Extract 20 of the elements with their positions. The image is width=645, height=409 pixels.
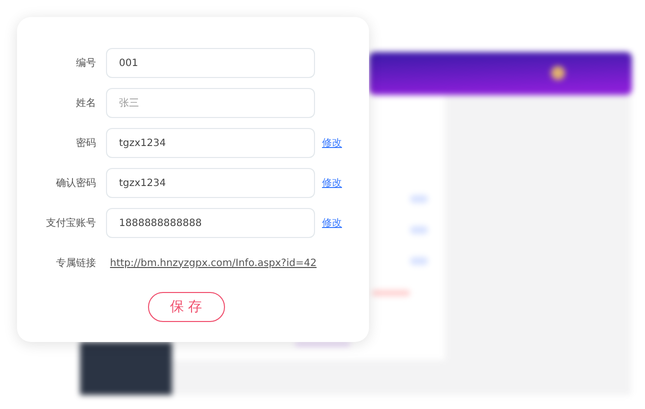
input-field[interactable]: 1888888888888 bbox=[106, 208, 315, 238]
blurred-link bbox=[410, 195, 428, 203]
blurred-text bbox=[372, 290, 410, 296]
blurred-link bbox=[410, 226, 428, 234]
input-field[interactable]: tgzx1234 bbox=[106, 128, 315, 158]
edit-link[interactable]: 修改 bbox=[322, 176, 342, 190]
field-label: 姓名 bbox=[75, 97, 96, 110]
field-label: 密码 bbox=[75, 136, 96, 150]
blurred-avatar-icon bbox=[551, 66, 565, 80]
edit-link[interactable]: 修改 bbox=[322, 136, 342, 150]
field-label: 确认密码 bbox=[55, 176, 96, 190]
edit-link[interactable]: 修改 bbox=[322, 216, 342, 230]
blurred-link bbox=[410, 257, 428, 265]
field-label: 编号 bbox=[75, 56, 96, 70]
field-label: 支付宝账号 bbox=[45, 216, 96, 230]
field-label: 专属链接 bbox=[55, 256, 96, 270]
url-link[interactable]: http://bm.hnzyzgpx.com/Info.aspx?id=42 bbox=[110, 258, 317, 268]
input-field[interactable]: 张三 bbox=[106, 88, 315, 118]
input-field[interactable]: 001 bbox=[106, 48, 315, 78]
input-field[interactable]: tgzx1234 bbox=[106, 168, 315, 198]
